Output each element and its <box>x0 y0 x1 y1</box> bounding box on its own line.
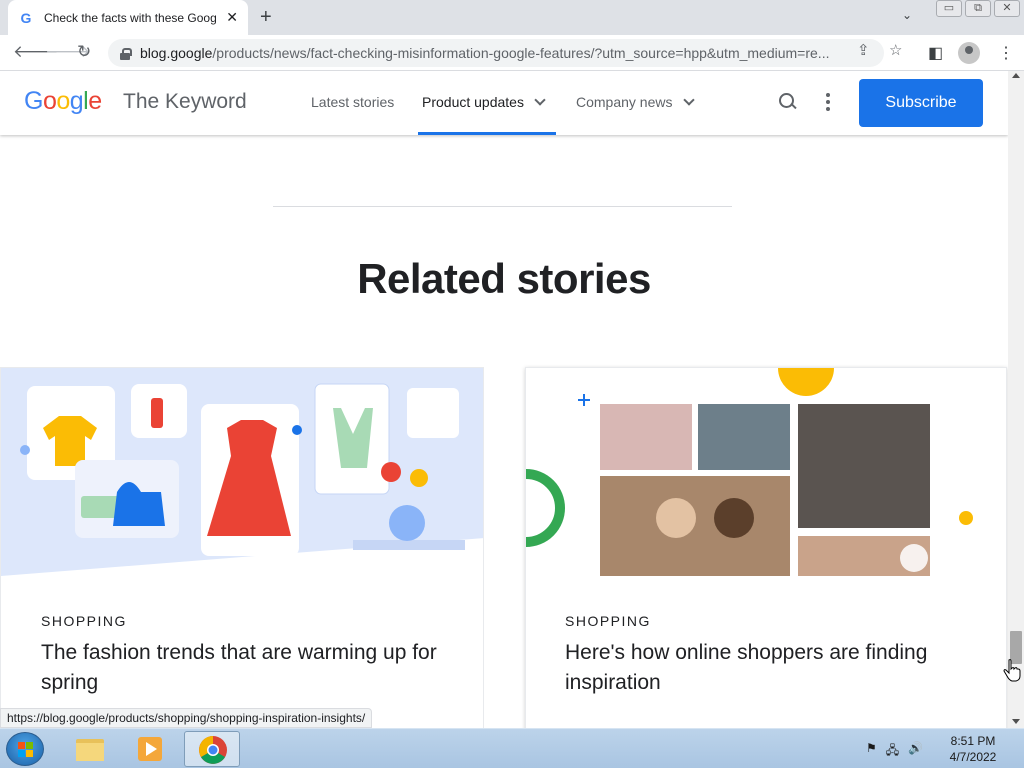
hand-cursor-icon <box>1003 659 1021 682</box>
new-tab-button[interactable]: + <box>260 6 272 28</box>
nav-company-news-label: Company news <box>576 94 673 110</box>
clock-date: 4/7/2022 <box>949 750 997 764</box>
logo-letter: g <box>69 87 84 115</box>
lock-icon <box>120 47 132 60</box>
address-bar[interactable]: blog.google/products/news/fact-checking-… <box>108 39 884 67</box>
chevron-down-icon <box>682 94 695 106</box>
media-player-icon[interactable] <box>122 731 178 767</box>
section-divider <box>273 206 732 207</box>
action-center-flag-icon[interactable]: ⚑ <box>866 741 877 762</box>
fashion-illustration <box>1 368 483 576</box>
story-card-inspiration[interactable]: SHOPPING Here's how online shoppers are … <box>525 367 1007 728</box>
page-scrollbar[interactable] <box>1008 71 1024 728</box>
side-panel-icon[interactable]: ◧ <box>928 43 943 63</box>
more-vert-icon[interactable] <box>826 93 830 111</box>
link-status-bubble: https://blog.google/products/shopping/sh… <box>0 708 373 728</box>
profile-avatar-icon[interactable] <box>958 42 980 64</box>
tab-close-icon[interactable]: ✕ <box>226 9 238 26</box>
start-button[interactable] <box>6 732 44 766</box>
logo-letter: o <box>42 87 57 115</box>
volume-icon[interactable]: 🔊 <box>908 741 923 762</box>
window-controls: ▭ ⧉ ✕ <box>936 0 1020 17</box>
page-viewport: Google The Keyword Latest stories Produc… <box>0 71 1008 728</box>
scroll-down-arrow-icon[interactable] <box>1012 719 1020 724</box>
tab-title: Check the facts with these Google featur… <box>44 10 216 25</box>
browser-menu-icon[interactable]: ⋮ <box>998 43 1014 63</box>
nav-product-updates-label: Product updates <box>422 94 524 110</box>
google-favicon-icon: G <box>20 9 32 26</box>
search-icon[interactable] <box>779 93 797 111</box>
google-logo[interactable]: Google <box>24 87 102 116</box>
site-brand[interactable]: The Keyword <box>123 90 247 114</box>
share-icon[interactable]: ⇪ <box>857 41 870 59</box>
system-tray: ⚑ 🖧 🔊 <box>866 741 923 762</box>
active-nav-indicator <box>418 132 556 135</box>
chrome-taskbar-icon[interactable] <box>184 731 240 767</box>
bookmark-star-icon[interactable]: ☆ <box>889 41 902 59</box>
browser-tab-active[interactable]: G Check the facts with these Google feat… <box>8 0 248 35</box>
logo-letter: o <box>56 87 70 115</box>
network-icon[interactable]: 🖧 <box>886 741 899 762</box>
card-category: SHOPPING <box>41 613 127 629</box>
card-title[interactable]: Here's how online shoppers are finding i… <box>565 638 965 698</box>
reload-icon[interactable]: ↻ <box>77 42 91 62</box>
card-category: SHOPPING <box>565 613 651 629</box>
browser-toolbar: 🡐 🡒 ↻ blog.google/products/news/fact-che… <box>0 35 1024 71</box>
minimize-button[interactable]: ▭ <box>936 0 962 17</box>
shoppers-photo-collage <box>526 368 1006 576</box>
file-explorer-icon[interactable] <box>62 731 118 767</box>
story-card-fashion[interactable]: SHOPPING The fashion trends that are war… <box>0 367 484 728</box>
url-text: blog.google/products/news/fact-checking-… <box>140 45 830 61</box>
scroll-up-arrow-icon[interactable] <box>1012 73 1020 78</box>
site-header: Google The Keyword Latest stories Produc… <box>0 71 1008 135</box>
nav-product-updates[interactable]: Product updates <box>422 94 546 110</box>
logo-letter: e <box>88 87 102 115</box>
chevron-down-icon <box>534 94 546 106</box>
nav-company-news[interactable]: Company news <box>576 94 695 110</box>
card-title[interactable]: The fashion trends that are warming up f… <box>41 638 441 698</box>
browser-tab-strip: G Check the facts with these Google feat… <box>0 0 1024 35</box>
nav-latest-stories[interactable]: Latest stories <box>311 94 394 110</box>
taskbar-clock[interactable]: 8:51 PM 4/7/2022 <box>940 733 1006 765</box>
related-stories-heading: Related stories <box>357 255 651 302</box>
clock-time: 8:51 PM <box>950 734 996 748</box>
tab-search-chevron-icon[interactable]: ⌄ <box>902 8 912 22</box>
subscribe-button[interactable]: Subscribe <box>859 79 983 127</box>
logo-letter: G <box>24 87 43 115</box>
close-window-button[interactable]: ✕ <box>994 0 1020 17</box>
windows-taskbar: ⚑ 🖧 🔊 8:51 PM 4/7/2022 <box>0 728 1024 768</box>
restore-button[interactable]: ⧉ <box>965 0 991 17</box>
